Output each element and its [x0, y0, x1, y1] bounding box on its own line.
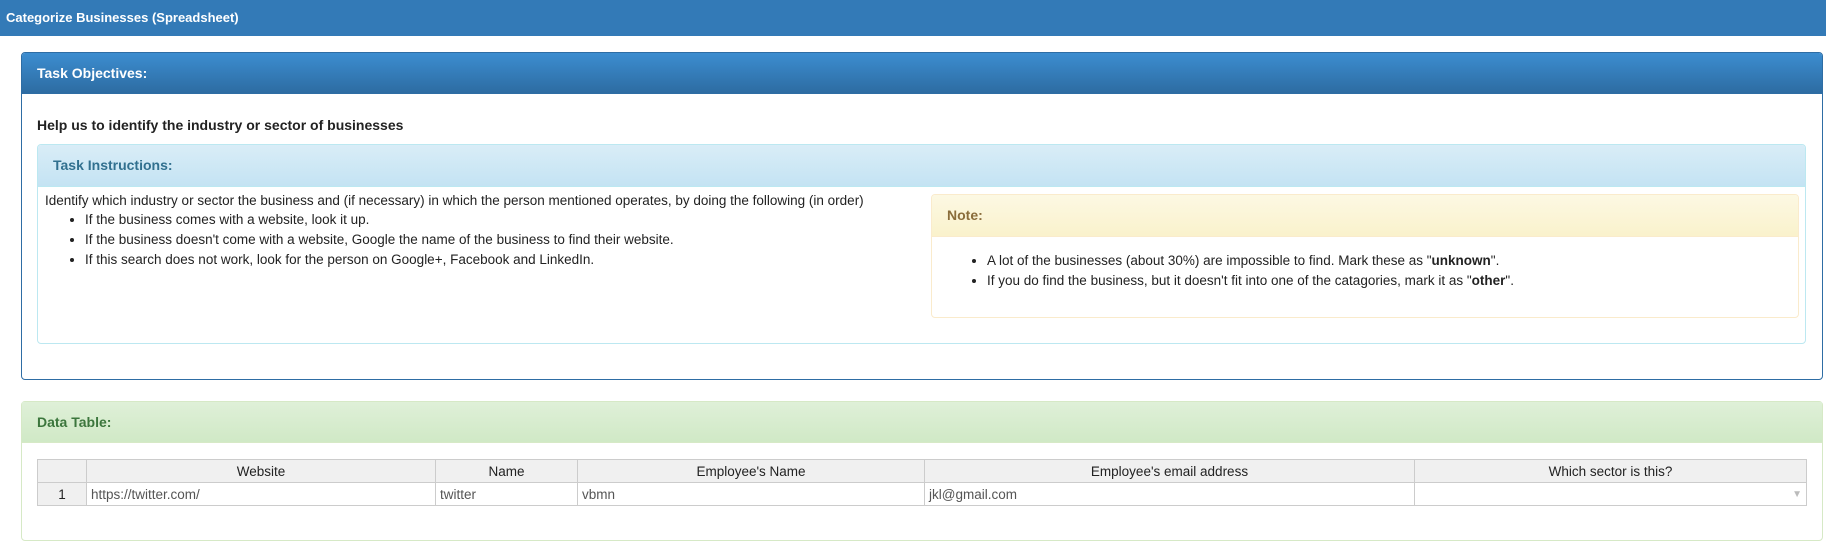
unknown-keyword: unknown: [1431, 253, 1491, 268]
chevron-down-icon[interactable]: ▼: [1792, 489, 1802, 500]
note-heading: Note:: [932, 195, 1798, 237]
column-header-sector[interactable]: Which sector is this?: [1414, 459, 1807, 483]
instruction-step: If the business doesn't come with a webs…: [85, 230, 925, 250]
task-instructions-panel: Task Instructions: Identify which indust…: [37, 144, 1806, 344]
employee-name-cell[interactable]: vbmn: [577, 482, 925, 506]
name-cell[interactable]: twitter: [435, 482, 578, 506]
app-title: Categorize Businesses (Spreadsheet): [0, 0, 1826, 36]
instruction-step: If the business comes with a website, lo…: [85, 210, 925, 230]
task-objectives-panel: Task Objectives: Help us to identify the…: [21, 52, 1823, 380]
instructions-body: Identify which industry or sector the bu…: [45, 193, 925, 270]
task-objectives-heading: Task Objectives:: [22, 53, 1822, 94]
data-table-panel: Data Table: Website Name Employee's Name…: [21, 401, 1823, 541]
instructions-list: If the business comes with a website, lo…: [45, 210, 925, 270]
column-header-name[interactable]: Name: [435, 459, 578, 483]
table-header-row: Website Name Employee's Name Employee's …: [37, 459, 1807, 483]
column-header-employee-email[interactable]: Employee's email address: [924, 459, 1415, 483]
task-instructions-heading: Task Instructions:: [38, 145, 1805, 187]
data-table: Website Name Employee's Name Employee's …: [37, 459, 1807, 506]
column-header-employee-name[interactable]: Employee's Name: [577, 459, 925, 483]
column-header-website[interactable]: Website: [86, 459, 436, 483]
email-cell[interactable]: jkl@gmail.com: [924, 482, 1415, 506]
task-subtitle: Help us to identify the industry or sect…: [37, 117, 404, 133]
other-keyword: other: [1471, 273, 1506, 288]
sector-dropdown-cell[interactable]: ▼: [1414, 482, 1807, 506]
note-panel: Note: A lot of the businesses (about 30%…: [931, 194, 1799, 318]
website-cell[interactable]: https://twitter.com/: [86, 482, 436, 506]
instructions-intro: Identify which industry or sector the bu…: [45, 193, 864, 208]
note-item: If you do find the business, but it does…: [987, 271, 1798, 291]
note-list: A lot of the businesses (about 30%) are …: [932, 251, 1798, 291]
data-table-heading: Data Table:: [22, 402, 1822, 443]
row-number-header: [37, 459, 87, 483]
row-number: 1: [37, 482, 87, 506]
table-row: 1 https://twitter.com/ twitter vbmn jkl@…: [37, 482, 1807, 506]
instruction-step: If this search does not work, look for t…: [85, 250, 925, 270]
note-item: A lot of the businesses (about 30%) are …: [987, 251, 1798, 271]
